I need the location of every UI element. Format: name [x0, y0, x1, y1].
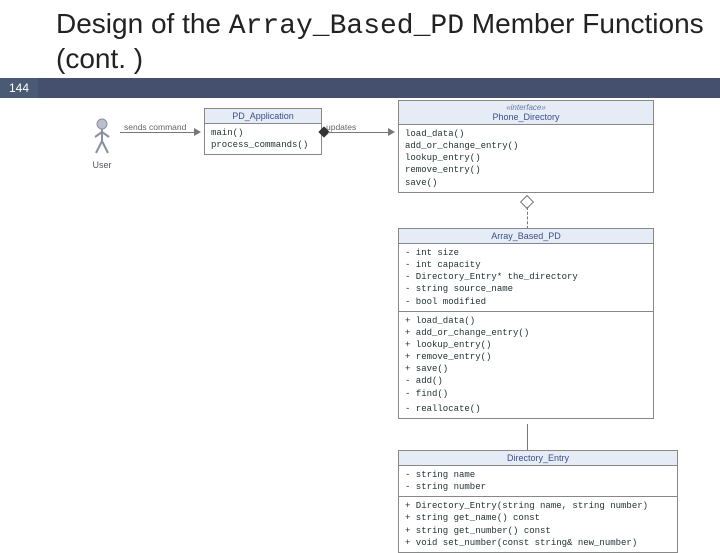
op: + lookup_entry() [405, 339, 647, 351]
phone-dir-ops: load_data() add_or_change_entry() lookup… [399, 125, 653, 192]
phone-dir-name: Phone_Directory [403, 112, 649, 122]
attr: - string number [405, 481, 671, 493]
op: + void set_number(const string& new_numb… [405, 537, 671, 549]
class-pd-application: PD_Application main() process_commands() [204, 108, 322, 155]
assoc-updates-label: updates [326, 122, 356, 132]
page-number-tab: 144 [0, 78, 38, 98]
op: - add() [405, 375, 647, 387]
op: load_data() [405, 128, 647, 140]
direntry-name: Directory_Entry [399, 451, 677, 466]
slide-title: Design of the Array_Based_PD Member Func… [56, 8, 710, 75]
assoc-sends-label: sends command [124, 122, 186, 132]
attr: - string source_name [405, 283, 647, 295]
realization-line [527, 207, 528, 229]
abpd-attrs: - int size - int capacity - Directory_En… [399, 244, 653, 312]
actor-user: User [84, 118, 120, 170]
actor-label: User [84, 160, 120, 170]
title-code: Array_Based_PD [229, 11, 464, 42]
pd-app-ops: main() process_commands() [205, 124, 321, 154]
op: + Directory_Entry(string name, string nu… [405, 500, 671, 512]
arrow-user-pdapp [194, 128, 201, 136]
attr: - int size [405, 247, 647, 259]
op: + remove_entry() [405, 351, 647, 363]
title-prefix: Design of the [56, 8, 229, 39]
page-number: 144 [9, 81, 29, 95]
interface-phone-directory: «interface» Phone_Directory load_data() … [398, 100, 654, 193]
assoc-line-pdapp-phonedir [328, 132, 390, 133]
attr: - bool modified [405, 296, 647, 308]
abpd-ops: + load_data() + add_or_change_entry() + … [399, 312, 653, 418]
op: process_commands() [211, 139, 315, 151]
title-underline-band [38, 78, 720, 98]
op: lookup_entry() [405, 152, 647, 164]
assoc-line-abpd-direntry [527, 424, 528, 450]
assoc-line-user-pdapp [120, 132, 196, 133]
arrow-pdapp-phonedir [388, 128, 395, 136]
attr: - Directory_Entry* the_directory [405, 271, 647, 283]
phone-dir-stereo: «interface» [403, 103, 649, 112]
class-array-based-pd: Array_Based_PD - int size - int capacity… [398, 228, 654, 419]
op: + add_or_change_entry() [405, 327, 647, 339]
op: + string get_name() const [405, 512, 671, 524]
direntry-ops: + Directory_Entry(string name, string nu… [399, 497, 677, 552]
op: remove_entry() [405, 164, 647, 176]
op: + save() [405, 363, 647, 375]
class-directory-entry: Directory_Entry - string name - string n… [398, 450, 678, 553]
op: - reallocate() [405, 403, 647, 415]
slide-title-area: Design of the Array_Based_PD Member Func… [0, 0, 720, 79]
phone-dir-header: «interface» Phone_Directory [399, 101, 653, 125]
attr: - int capacity [405, 259, 647, 271]
pd-app-name: PD_Application [205, 109, 321, 124]
attr: - string name [405, 469, 671, 481]
op: - find() [405, 388, 647, 400]
op: + string get_number() const [405, 525, 671, 537]
direntry-attrs: - string name - string number [399, 466, 677, 497]
op: + load_data() [405, 315, 647, 327]
abpd-name: Array_Based_PD [399, 229, 653, 244]
actor-icon [91, 118, 113, 158]
uml-diagram: User sends command updates PD_Applicatio… [40, 100, 716, 538]
op: add_or_change_entry() [405, 140, 647, 152]
op: save() [405, 177, 647, 189]
op: main() [211, 127, 315, 139]
